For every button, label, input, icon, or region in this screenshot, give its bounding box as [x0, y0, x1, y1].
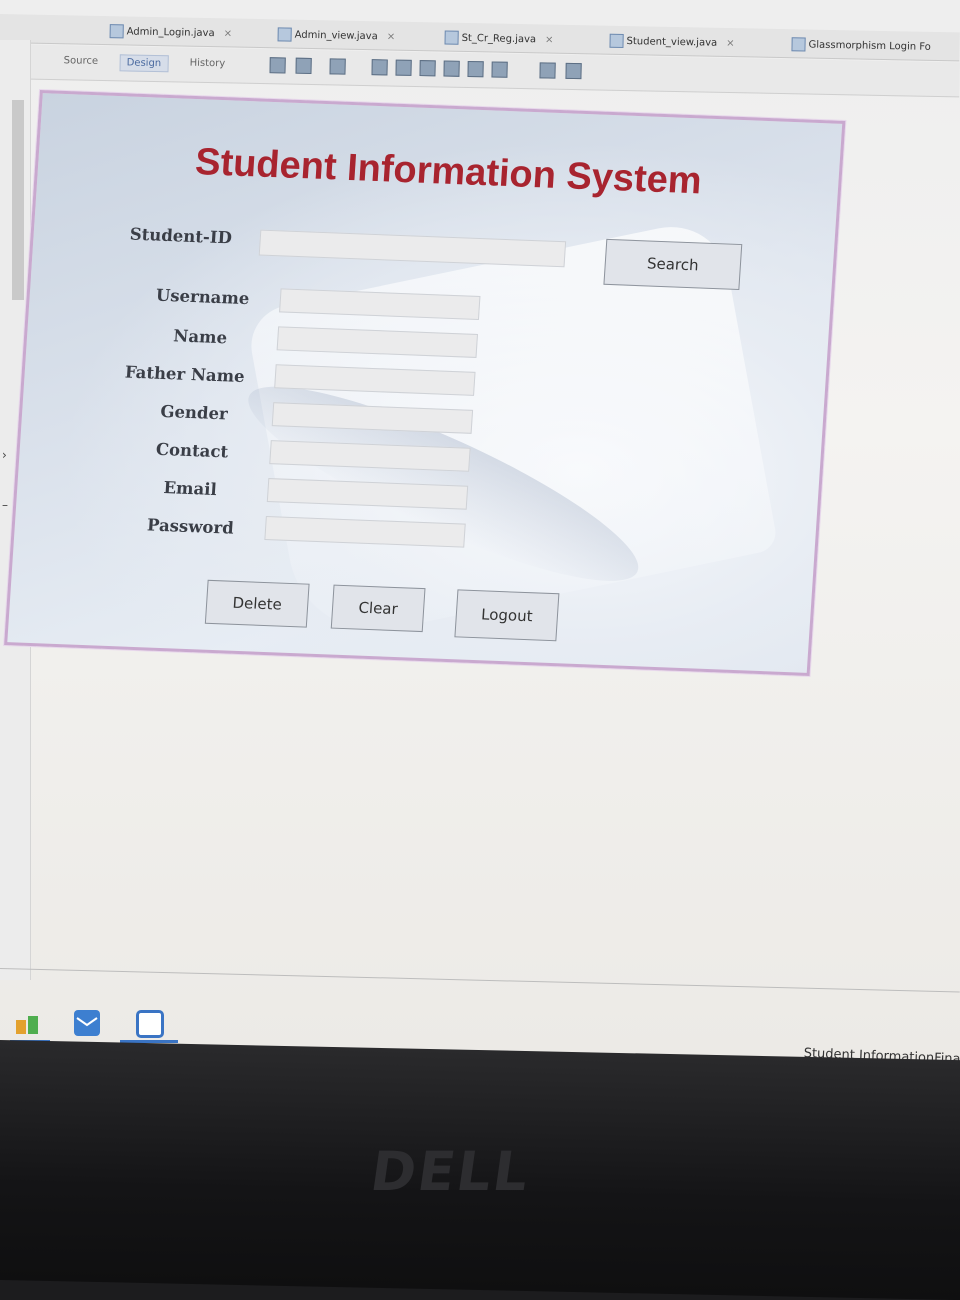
cube-app-icon[interactable]	[136, 1010, 164, 1038]
connection-mode-icon[interactable]	[295, 57, 312, 74]
history-view-button[interactable]: History	[184, 56, 232, 72]
mail-icon[interactable]	[74, 1010, 100, 1036]
gender-label: Gender	[159, 401, 229, 424]
netbeans-icon[interactable]	[14, 1010, 40, 1036]
java-file-icon	[609, 33, 624, 48]
tab-label: St_Cr_Reg.java	[461, 32, 537, 45]
source-view-button[interactable]: Source	[58, 53, 105, 69]
close-icon[interactable]: ×	[726, 37, 735, 48]
gutter-scrollbar[interactable]	[12, 100, 24, 300]
form-title: Student Information System	[193, 141, 703, 203]
resize-height-icon[interactable]	[565, 62, 582, 80]
tab-admin-login[interactable]: Admin_Login.java ×	[109, 22, 233, 42]
align-top-icon[interactable]	[443, 60, 460, 77]
close-icon[interactable]: ×	[387, 31, 396, 42]
selection-mode-icon[interactable]	[269, 57, 286, 74]
java-file-icon	[791, 37, 806, 52]
tab-admin-view[interactable]: Admin_view.java ×	[277, 25, 395, 45]
tab-student-view[interactable]: Student_view.java ×	[609, 32, 735, 52]
collapse-icon[interactable]: –	[2, 498, 8, 512]
java-file-icon	[109, 24, 124, 39]
tab-label: Student_view.java	[626, 35, 718, 49]
tab-label: Admin_Login.java	[126, 25, 215, 39]
java-file-icon	[444, 30, 459, 45]
jframe-form: Student Information System Student-ID Se…	[4, 90, 846, 676]
center-vertical-icon[interactable]	[491, 61, 508, 78]
preview-design-icon[interactable]	[329, 58, 346, 75]
contact-label: Contact	[155, 439, 229, 462]
student-id-input[interactable]	[258, 229, 567, 268]
tab-label: Admin_view.java	[294, 29, 378, 42]
clear-button[interactable]: Clear	[330, 584, 426, 633]
resize-width-icon[interactable]	[539, 62, 556, 79]
align-bottom-icon[interactable]	[467, 60, 484, 78]
screen: Admin_Login.java × Admin_view.java × St_…	[0, 0, 960, 1070]
design-canvas: Student Information System Student-ID Se…	[4, 90, 846, 680]
chevron-icon[interactable]: ›	[2, 448, 7, 462]
student-id-label: Student-ID	[129, 224, 233, 248]
delete-button[interactable]: Delete	[204, 579, 310, 628]
username-label: Username	[155, 285, 251, 309]
email-label: Email	[162, 478, 218, 500]
align-left-icon[interactable]	[371, 59, 388, 76]
editor-divider	[0, 968, 960, 993]
name-label: Name	[172, 326, 228, 348]
father-name-label: Father Name	[124, 362, 246, 387]
search-button[interactable]: Search	[603, 238, 743, 290]
close-icon[interactable]: ×	[224, 28, 233, 39]
tab-label: Glassmorphism Login Fo	[808, 39, 931, 53]
password-label: Password	[146, 515, 235, 538]
center-horizontal-icon[interactable]	[419, 60, 436, 77]
java-file-icon	[277, 27, 292, 42]
logout-button[interactable]: Logout	[454, 589, 560, 642]
monitor-brand-logo: DELL	[366, 1140, 535, 1203]
tab-glassmorphism-login[interactable]: Glassmorphism Login Fo	[791, 35, 931, 56]
design-view-button[interactable]: Design	[119, 54, 169, 73]
close-icon[interactable]: ×	[545, 34, 554, 45]
align-right-icon[interactable]	[395, 59, 412, 76]
tab-st-cr-reg[interactable]: St_Cr_Reg.java ×	[444, 29, 554, 49]
